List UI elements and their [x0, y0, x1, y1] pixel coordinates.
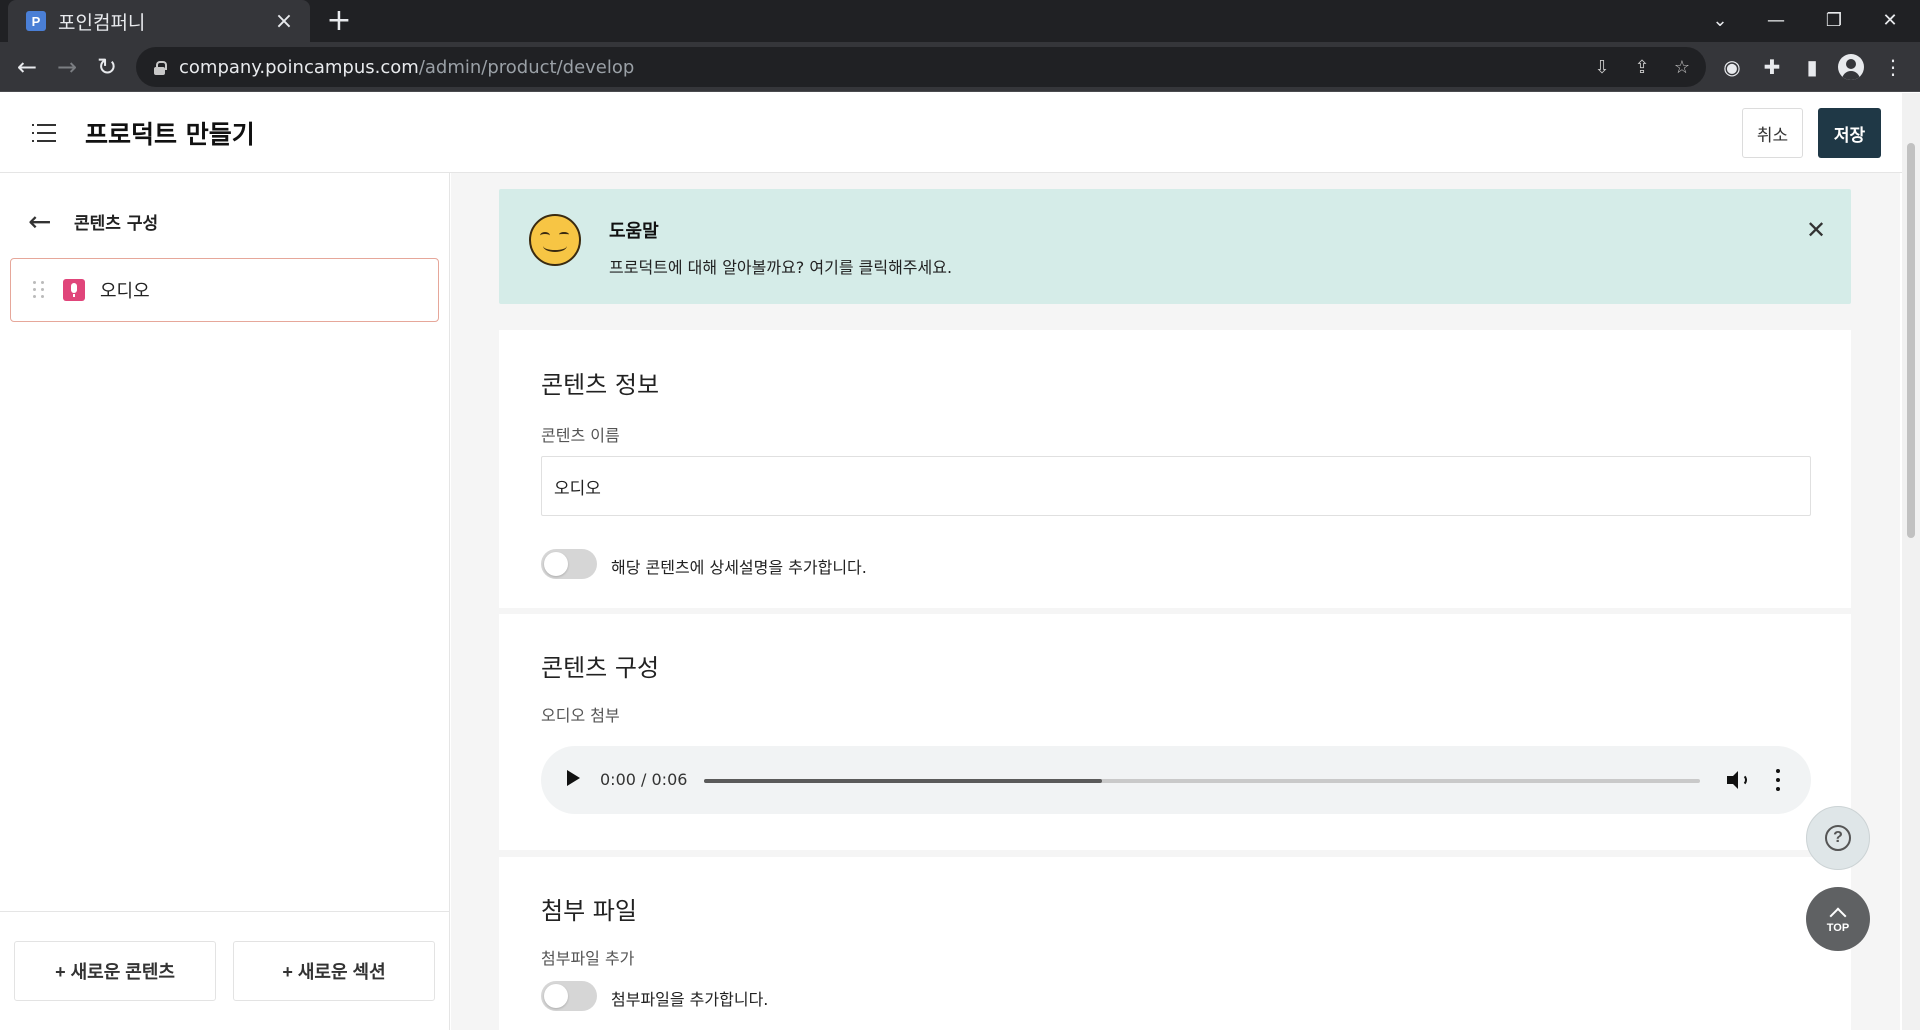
- new-section-button[interactable]: + 새로운 섹션: [233, 941, 435, 1001]
- page-scrollbar[interactable]: [1902, 93, 1920, 1030]
- help-title: 도움말: [609, 221, 659, 242]
- new-tab-icon[interactable]: +: [322, 4, 356, 38]
- back-icon[interactable]: ←: [9, 49, 45, 85]
- more-options-icon[interactable]: [1775, 769, 1781, 791]
- content-info-card: 콘텐츠 정보 콘텐츠 이름 해당 콘텐츠에 상세설명을 추가합니다.: [499, 330, 1851, 608]
- arrow-left-icon[interactable]: ←: [28, 205, 60, 238]
- browser-tab[interactable]: P 포인컴퍼니 ×: [8, 0, 310, 42]
- install-icon[interactable]: ⇩: [1590, 55, 1614, 79]
- restore-icon[interactable]: ❐: [1806, 0, 1862, 40]
- save-button[interactable]: 저장: [1818, 108, 1881, 158]
- share-icon[interactable]: ⇪: [1630, 55, 1654, 79]
- attachments-toggle[interactable]: [541, 981, 597, 1011]
- tab-close-icon[interactable]: ×: [272, 9, 296, 34]
- audio-seek-bar[interactable]: [704, 779, 1700, 783]
- help-text: 프로덕트에 대해 알아볼까요? 여기를 클릭해주세요.: [609, 258, 953, 277]
- attachments-title: 첨부 파일: [541, 897, 637, 925]
- scrollbar-thumb[interactable]: [1907, 143, 1915, 538]
- attachments-toggle-label: 첨부파일을 추가합니다.: [611, 990, 769, 1009]
- new-content-button[interactable]: + 새로운 콘텐츠: [14, 941, 216, 1001]
- volume-icon[interactable]: [1725, 768, 1749, 792]
- audio-buffered-bar: [704, 779, 1103, 783]
- close-icon[interactable]: ✕: [1801, 215, 1831, 245]
- microphone-icon: [63, 279, 85, 301]
- help-banner[interactable]: 도움말 프로덕트에 대해 알아볼까요? 여기를 클릭해주세요. ✕: [499, 189, 1851, 304]
- favicon-icon: P: [26, 11, 46, 31]
- profile-avatar-icon[interactable]: [1838, 54, 1864, 80]
- content-compose-title: 콘텐츠 구성: [541, 654, 660, 682]
- smile-icon: [529, 214, 581, 266]
- camera-extension-icon[interactable]: ◉: [1715, 50, 1749, 84]
- url-host: company.poincampus.com: [179, 56, 419, 78]
- hamburger-menu-icon[interactable]: [32, 123, 56, 143]
- content-info-title: 콘텐츠 정보: [541, 371, 660, 399]
- attachments-add-label: 첨부파일 추가: [541, 949, 635, 968]
- scroll-top-button[interactable]: TOP: [1806, 887, 1870, 951]
- page-title: 프로덕트 만들기: [85, 120, 255, 149]
- main-content: 도움말 프로덕트에 대해 알아볼까요? 여기를 클릭해주세요. ✕ 콘텐츠 정보…: [451, 173, 1900, 1030]
- content-name-label: 콘텐츠 이름: [541, 426, 620, 445]
- extensions-puzzle-icon[interactable]: ✚: [1755, 50, 1789, 84]
- address-bar[interactable]: company.poincampus.com/admin/product/dev…: [136, 47, 1706, 87]
- browser-menu-icon[interactable]: ⋮: [1876, 50, 1910, 84]
- sidebar-item-label: 오디오: [100, 281, 150, 302]
- detail-description-toggle[interactable]: [541, 549, 597, 579]
- audio-attach-label: 오디오 첨부: [541, 706, 620, 725]
- side-panel-icon[interactable]: ▮: [1795, 50, 1829, 84]
- sidebar-footer: + 새로운 콘텐츠 + 새로운 섹션: [0, 911, 449, 1030]
- audio-player: 0:00 / 0:06: [541, 746, 1811, 814]
- sidebar-heading: 콘텐츠 구성: [74, 214, 159, 234]
- audio-time: 0:00 / 0:06: [600, 770, 688, 789]
- browser-toolbar: ← → ↻ company.poincampus.com/admin/produ…: [0, 42, 1920, 92]
- tab-title: 포인컴퍼니: [58, 11, 146, 34]
- browser-tabbar: P 포인컴퍼니 × + ⌄ — ❐ ✕: [0, 0, 1920, 42]
- reload-icon[interactable]: ↻: [89, 49, 125, 85]
- tab-search-icon[interactable]: ⌄: [1692, 0, 1748, 40]
- app-header: 프로덕트 만들기 취소 저장: [0, 93, 1920, 173]
- sidebar: ← 콘텐츠 구성 오디오 + 새로운 콘텐츠 + 새로운 섹션: [0, 173, 450, 1030]
- bookmark-star-icon[interactable]: ☆: [1670, 55, 1694, 79]
- minimize-icon[interactable]: —: [1748, 0, 1804, 40]
- question-icon: ?: [1825, 825, 1851, 851]
- forward-icon[interactable]: →: [49, 49, 85, 85]
- url-path: /admin/product/develop: [418, 56, 635, 78]
- content-name-input[interactable]: [541, 456, 1811, 516]
- help-floating-button[interactable]: ?: [1806, 806, 1870, 870]
- drag-handle-icon[interactable]: [33, 281, 45, 299]
- back-to-content-structure[interactable]: ← 콘텐츠 구성: [28, 205, 158, 238]
- attachments-card: 첨부 파일 첨부파일 추가 첨부파일을 추가합니다.: [499, 857, 1851, 1030]
- sidebar-item-audio[interactable]: 오디오: [10, 258, 439, 322]
- window-close-icon[interactable]: ✕: [1862, 0, 1918, 40]
- lock-icon[interactable]: [154, 60, 167, 75]
- content-compose-card: 콘텐츠 구성 오디오 첨부 0:00 / 0:06: [499, 614, 1851, 850]
- cancel-button[interactable]: 취소: [1742, 108, 1803, 158]
- play-icon[interactable]: [567, 770, 580, 786]
- detail-description-toggle-label: 해당 콘텐츠에 상세설명을 추가합니다.: [611, 558, 867, 577]
